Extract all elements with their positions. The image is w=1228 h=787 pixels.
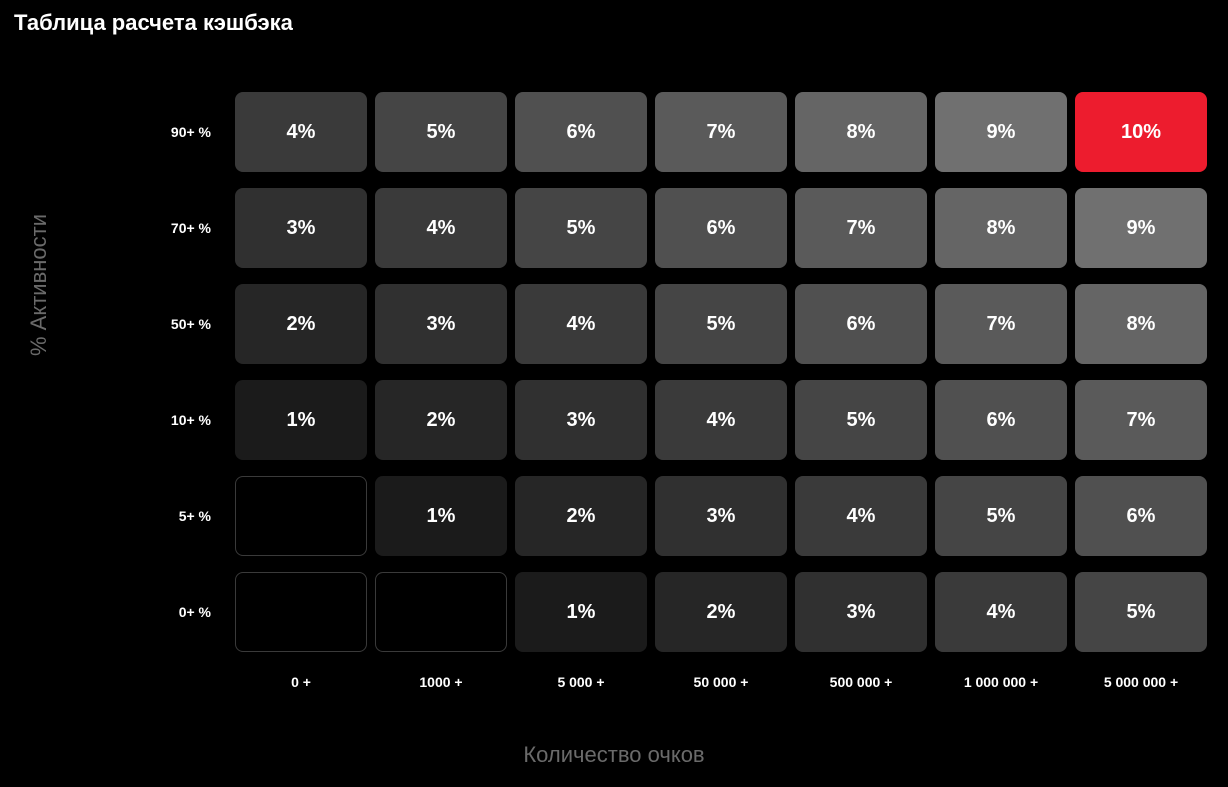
row-label: 10+ % (135, 412, 235, 428)
y-axis-label: % Активности (26, 214, 52, 356)
heatmap-row: 5+ % 1%2%3%4%5%6% (135, 468, 1225, 564)
heatmap-cell: 8% (935, 188, 1067, 268)
heatmap-cell (235, 476, 367, 556)
row-label: 5+ % (135, 508, 235, 524)
heatmap-row: 0+ % 1%2%3%4%5% (135, 564, 1225, 660)
column-label: 1 000 000 + (935, 674, 1067, 690)
heatmap-cell: 4% (235, 92, 367, 172)
heatmap-cell: 2% (375, 380, 507, 460)
page-title: Таблица расчета кэшбэка (0, 0, 1228, 36)
heatmap-cell: 2% (655, 572, 787, 652)
heatmap-cell: 4% (655, 380, 787, 460)
heatmap-cell: 6% (1075, 476, 1207, 556)
heatmap-cell: 3% (235, 188, 367, 268)
heatmap-cell: 5% (1075, 572, 1207, 652)
heatmap-cell: 4% (375, 188, 507, 268)
heatmap-row: 70+ %3%4%5%6%7%8%9% (135, 180, 1225, 276)
heatmap-cell: 10% (1075, 92, 1207, 172)
heatmap-cell: 4% (935, 572, 1067, 652)
heatmap-cell: 4% (515, 284, 647, 364)
heatmap-row: 50+ %2%3%4%5%6%7%8% (135, 276, 1225, 372)
column-label: 50 000 + (655, 674, 787, 690)
heatmap-cell: 6% (935, 380, 1067, 460)
heatmap-cell: 3% (515, 380, 647, 460)
heatmap-cell: 1% (375, 476, 507, 556)
heatmap-cell: 6% (655, 188, 787, 268)
heatmap-cell: 3% (375, 284, 507, 364)
heatmap-cell (375, 572, 507, 652)
heatmap-cell: 3% (795, 572, 927, 652)
heatmap-cell: 6% (795, 284, 927, 364)
heatmap-cell: 6% (515, 92, 647, 172)
heatmap-row: 90+ %4%5%6%7%8%9%10% (135, 84, 1225, 180)
heatmap-cell: 1% (235, 380, 367, 460)
heatmap-cell: 7% (1075, 380, 1207, 460)
heatmap-cell: 5% (795, 380, 927, 460)
heatmap-cell (235, 572, 367, 652)
heatmap-cell: 3% (655, 476, 787, 556)
heatmap-cell: 8% (795, 92, 927, 172)
heatmap-cell: 9% (935, 92, 1067, 172)
heatmap-cell: 7% (795, 188, 927, 268)
heatmap-cell: 7% (655, 92, 787, 172)
heatmap-cell: 5% (515, 188, 647, 268)
column-labels: 0 + 1000 + 5 000 + 50 000 + 500 000 + 1 000 0… (235, 674, 1225, 690)
heatmap-cell: 2% (515, 476, 647, 556)
heatmap-cell: 5% (935, 476, 1067, 556)
x-axis-label: Количество очков (0, 742, 1228, 768)
heatmap-cell: 7% (935, 284, 1067, 364)
heatmap-cell: 5% (375, 92, 507, 172)
row-label: 0+ % (135, 604, 235, 620)
row-label: 50+ % (135, 316, 235, 332)
column-label: 5 000 + (515, 674, 647, 690)
heatmap-cell: 2% (235, 284, 367, 364)
heatmap-cell: 8% (1075, 284, 1207, 364)
heatmap-cell: 4% (795, 476, 927, 556)
heatmap-grid: 90+ %4%5%6%7%8%9%10%70+ %3%4%5%6%7%8%9%5… (135, 84, 1225, 690)
heatmap-cell: 1% (515, 572, 647, 652)
column-label: 1000 + (375, 674, 507, 690)
heatmap-cell: 5% (655, 284, 787, 364)
heatmap-cell: 9% (1075, 188, 1207, 268)
heatmap-row: 10+ %1%2%3%4%5%6%7% (135, 372, 1225, 468)
cashback-heatmap: % Активности 90+ %4%5%6%7%8%9%10%70+ %3%… (0, 36, 1228, 776)
column-label: 5 000 000 + (1075, 674, 1207, 690)
column-label: 500 000 + (795, 674, 927, 690)
row-label: 90+ % (135, 124, 235, 140)
column-label: 0 + (235, 674, 367, 690)
row-label: 70+ % (135, 220, 235, 236)
